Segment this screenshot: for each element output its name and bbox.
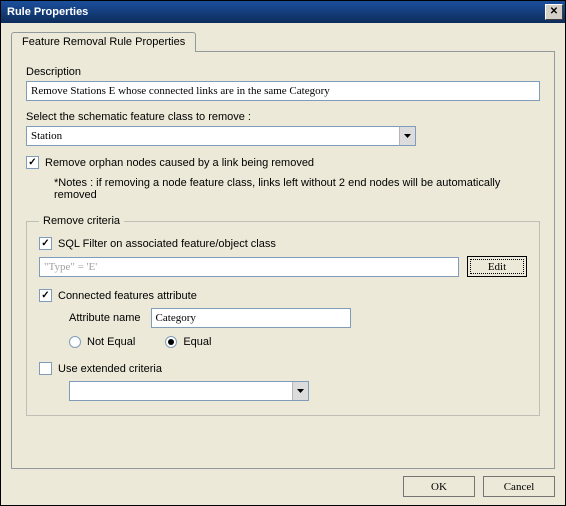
description-label: Description — [26, 66, 540, 78]
sql-filter-label: SQL Filter on associated feature/object … — [58, 238, 276, 250]
attr-name-input[interactable] — [151, 308, 351, 328]
sql-filter-checkbox[interactable] — [39, 237, 52, 250]
radio-not-equal-item[interactable]: Not Equal — [69, 336, 135, 348]
close-icon: ✕ — [550, 6, 558, 17]
dialog-buttons: OK Cancel — [403, 476, 555, 497]
sql-filter-input[interactable] — [39, 257, 459, 277]
close-button[interactable]: ✕ — [545, 4, 563, 20]
connected-attr-checkbox[interactable] — [39, 289, 52, 302]
radio-not-equal-label: Not Equal — [87, 336, 135, 348]
ok-button[interactable]: OK — [403, 476, 475, 497]
description-input[interactable] — [26, 81, 540, 101]
tabstrip: Feature Removal Rule Properties — [11, 31, 555, 51]
extended-select-wrap — [69, 381, 309, 401]
notes-text: *Notes : if removing a node feature clas… — [54, 177, 540, 201]
window-title: Rule Properties — [7, 6, 545, 18]
radio-equal-label: Equal — [183, 336, 211, 348]
use-extended-label: Use extended criteria — [58, 363, 162, 375]
select-class-label: Select the schematic feature class to re… — [26, 111, 540, 123]
remove-orphan-label: Remove orphan nodes caused by a link bei… — [45, 157, 314, 169]
attr-name-label: Attribute name — [69, 312, 141, 324]
radio-equal[interactable] — [165, 336, 177, 348]
client-area: Feature Removal Rule Properties Descript… — [1, 23, 565, 505]
tab-panel: Description Select the schematic feature… — [11, 51, 555, 469]
radio-not-equal[interactable] — [69, 336, 81, 348]
edit-button[interactable]: Edit — [467, 256, 527, 277]
cancel-button[interactable]: Cancel — [483, 476, 555, 497]
remove-orphan-checkbox[interactable] — [26, 156, 39, 169]
tab-label: Feature Removal Rule Properties — [22, 36, 185, 48]
tab-feature-removal[interactable]: Feature Removal Rule Properties — [11, 32, 196, 52]
extended-select[interactable] — [69, 381, 309, 401]
radio-equal-item[interactable]: Equal — [165, 336, 211, 348]
feature-class-select[interactable] — [26, 126, 416, 146]
titlebar: Rule Properties ✕ — [1, 1, 565, 23]
remove-orphan-row: Remove orphan nodes caused by a link bei… — [26, 156, 540, 169]
feature-class-select-wrap — [26, 126, 416, 146]
remove-criteria-legend: Remove criteria — [39, 215, 124, 227]
connected-attr-label: Connected features attribute — [58, 290, 197, 302]
remove-criteria-group: Remove criteria SQL Filter on associated… — [26, 215, 540, 416]
use-extended-checkbox[interactable] — [39, 362, 52, 375]
